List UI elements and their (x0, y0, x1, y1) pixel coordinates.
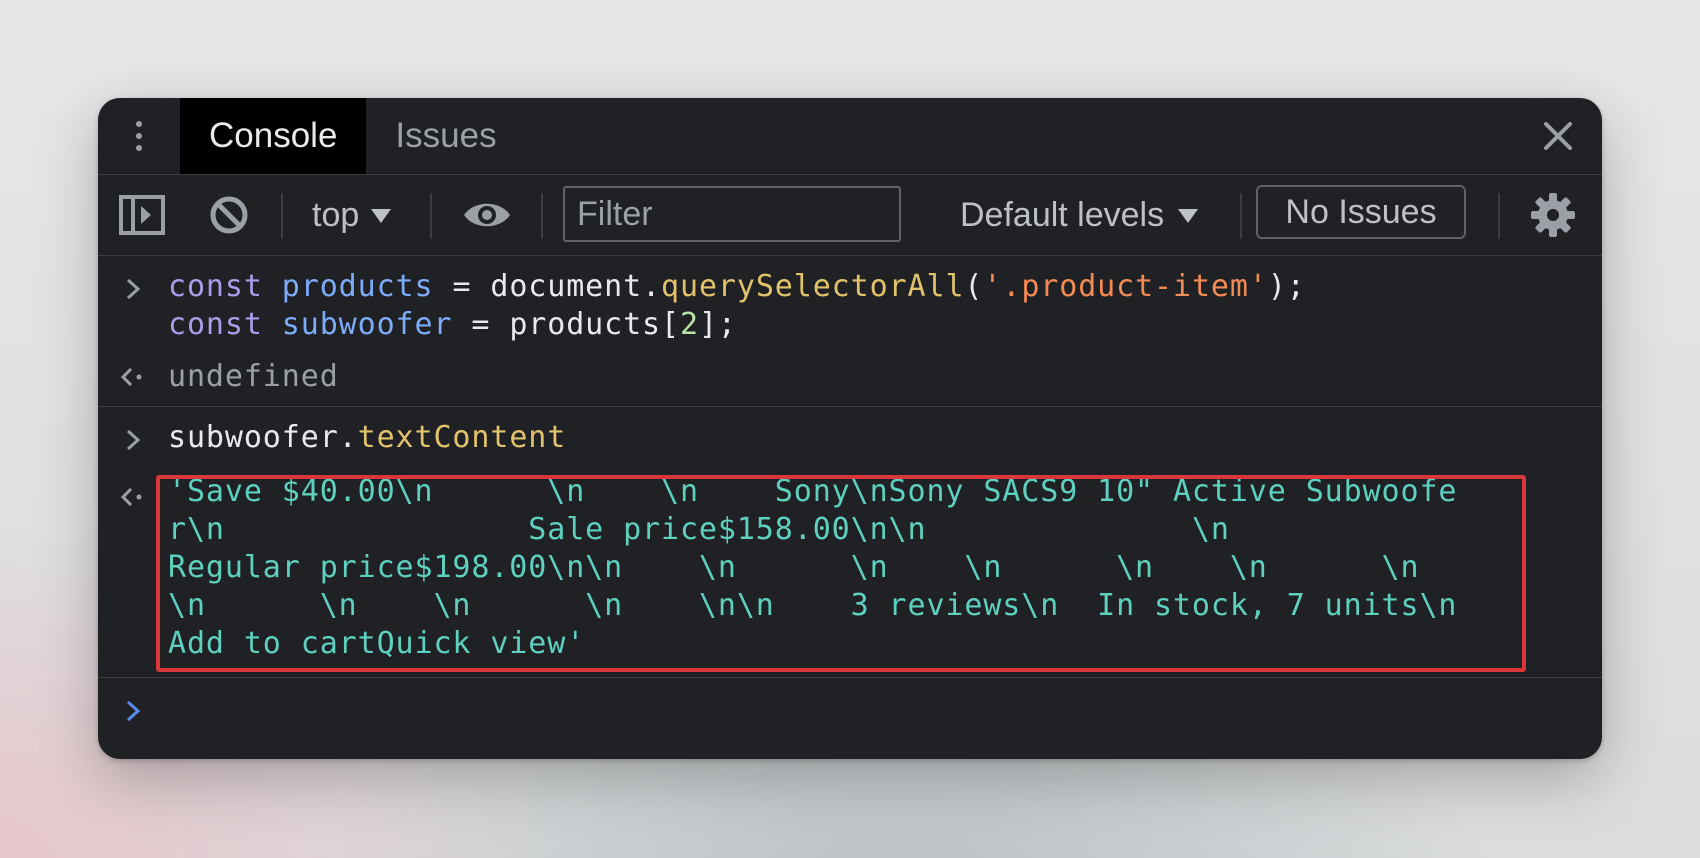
code-line[interactable]: const products = document.querySelectorA… (168, 268, 1602, 306)
toolbar-divider (541, 193, 543, 239)
kebab-menu-icon[interactable] (98, 98, 180, 174)
prompt-arrow-icon (126, 278, 141, 300)
toolbar-divider (281, 193, 283, 239)
console-input-entry: subwoofer.textContent (98, 407, 1602, 461)
highlight-box (156, 475, 1526, 672)
toolbar-divider (1498, 193, 1500, 239)
console-result-entry: 'Save $40.00\n \n \n Sony\nSony SACS9 10… (98, 461, 1602, 677)
console-prompt[interactable] (98, 678, 1602, 740)
result-arrow-icon (120, 487, 142, 507)
devtools-panel: Console Issues top Default level (98, 98, 1602, 759)
tab-console[interactable]: Console (180, 98, 367, 174)
prompt-arrow-icon (126, 700, 141, 722)
code-line[interactable]: subwoofer.textContent (168, 419, 1602, 457)
context-label: top (312, 195, 360, 234)
filter-input[interactable] (563, 186, 901, 242)
result-arrow-icon (120, 367, 142, 387)
console-toolbar: top Default levels No Issues (98, 175, 1602, 256)
chevron-down-icon (371, 209, 392, 223)
code-line[interactable]: const subwoofer = products[2]; (168, 306, 1602, 344)
chevron-down-icon (1178, 209, 1199, 223)
sidebar-toggle-icon[interactable] (118, 193, 166, 237)
clear-console-icon[interactable] (208, 194, 250, 236)
result-undefined[interactable]: undefined (168, 358, 1602, 396)
log-levels-label: Default levels (960, 195, 1165, 234)
tab-bar: Console Issues (98, 98, 1602, 175)
eye-icon[interactable] (462, 198, 512, 232)
log-levels-dropdown[interactable]: Default levels (960, 175, 1199, 255)
console-input-entry: const products = document.querySelectorA… (98, 256, 1602, 348)
tab-issues[interactable]: Issues (366, 98, 525, 174)
prompt-arrow-icon (126, 429, 141, 451)
issues-button[interactable]: No Issues (1256, 185, 1466, 239)
console-output: const products = document.querySelectorA… (98, 256, 1602, 740)
console-result-entry: undefined (98, 348, 1602, 406)
gear-icon[interactable] (1530, 192, 1576, 238)
toolbar-divider (430, 193, 432, 239)
close-icon[interactable] (1538, 116, 1578, 156)
context-selector[interactable]: top (312, 175, 392, 255)
toolbar-divider (1240, 193, 1242, 239)
